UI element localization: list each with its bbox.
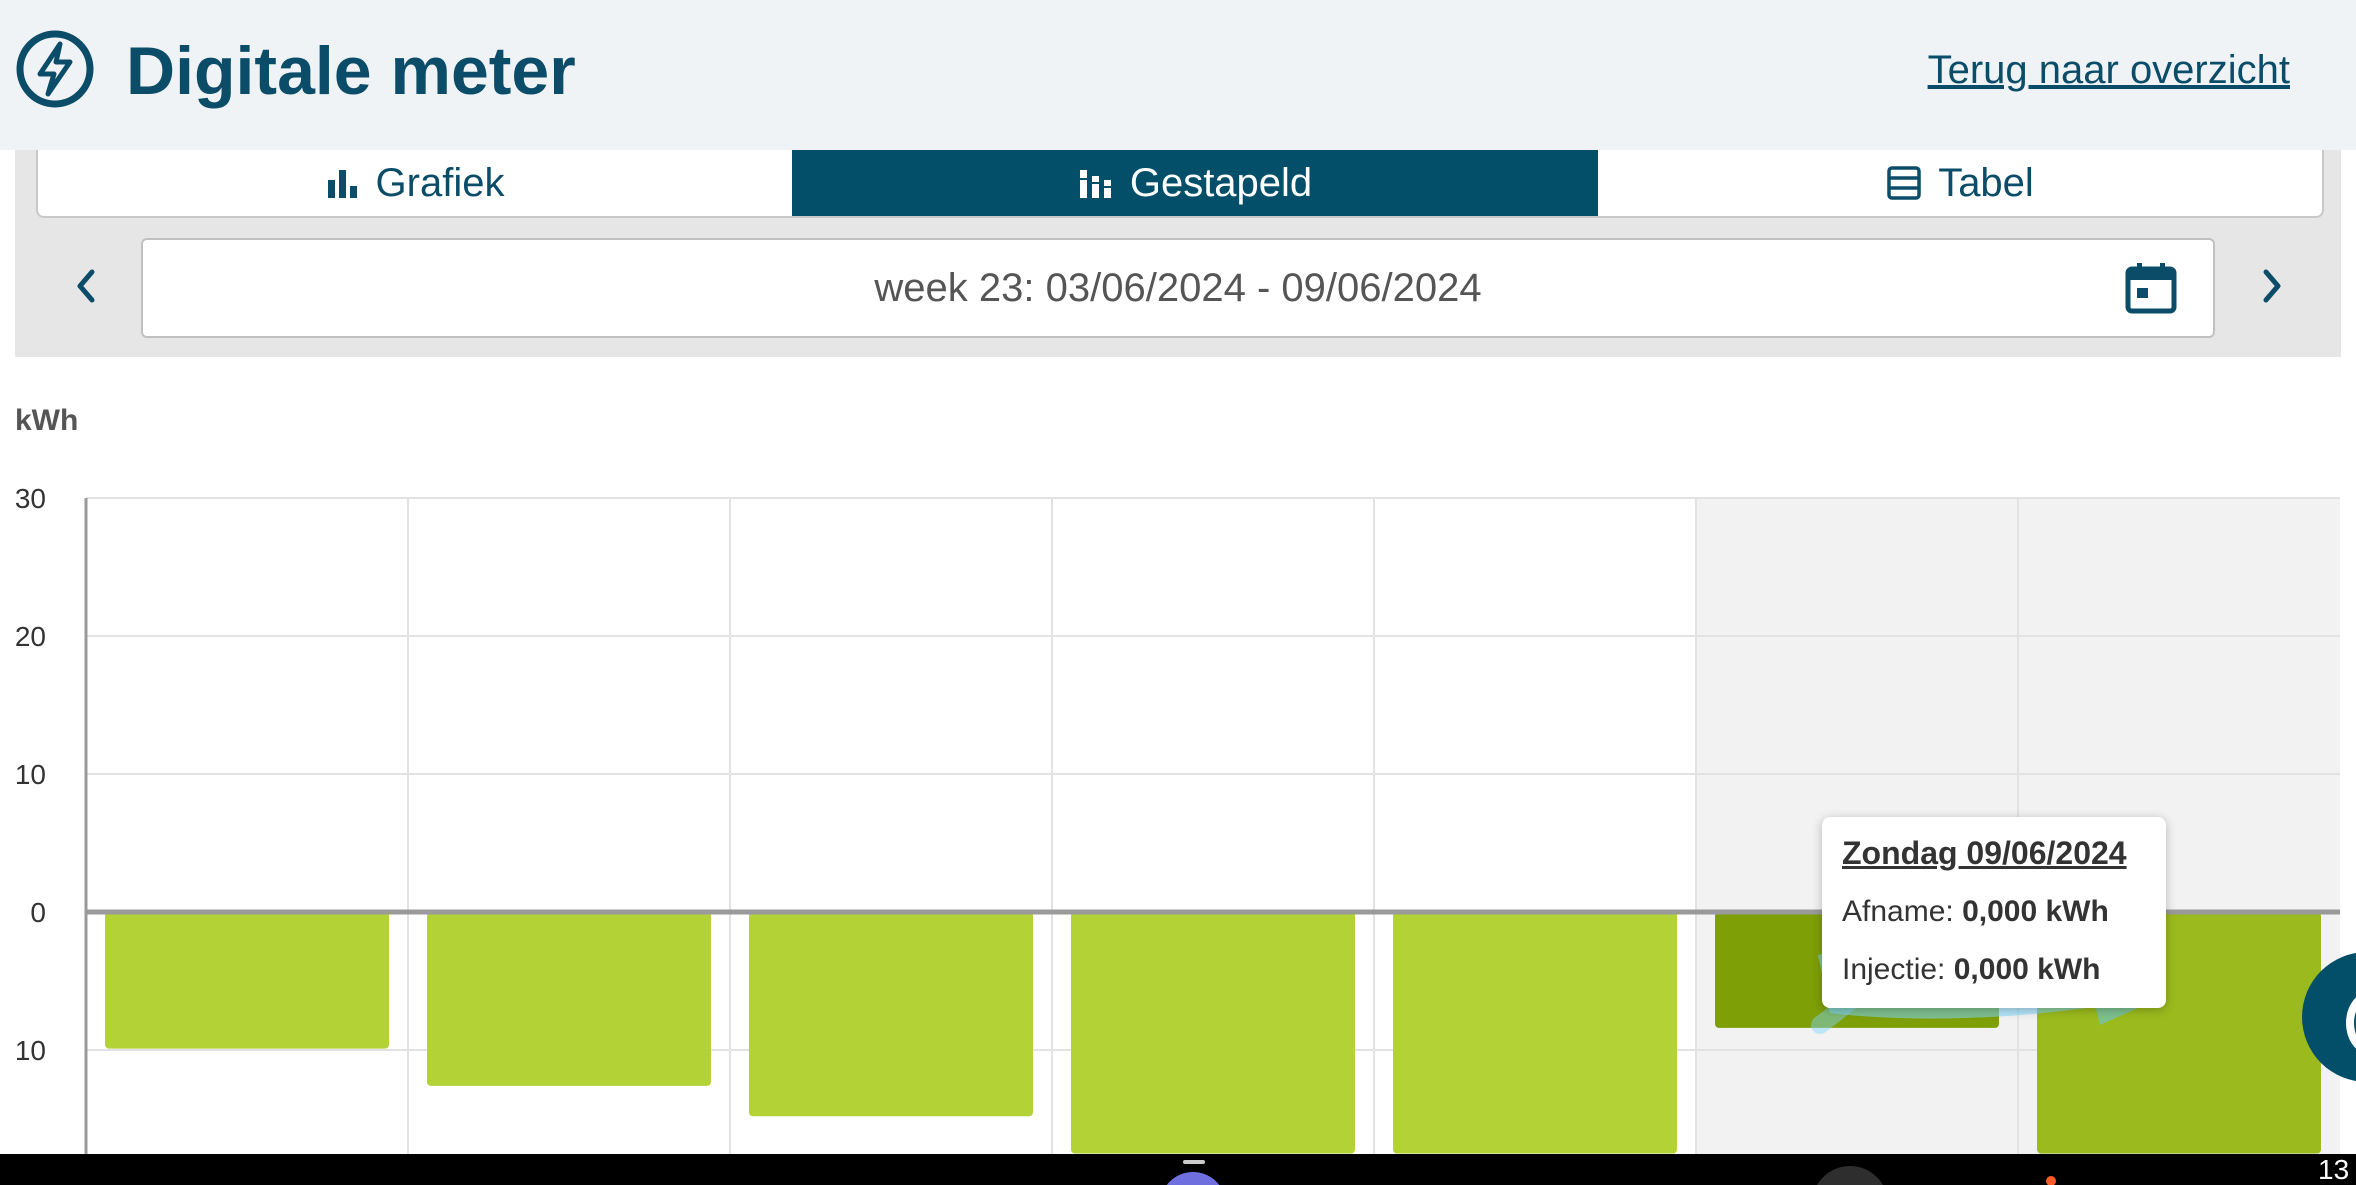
- bar-chart-icon: [327, 170, 357, 198]
- calendar-icon[interactable]: [2123, 260, 2179, 316]
- previous-week-button[interactable]: [58, 258, 114, 314]
- table-icon: [1887, 166, 1921, 200]
- chevron-left-icon: [77, 269, 95, 303]
- tooltip-date: Zondag 09/06/2024: [1842, 835, 2127, 871]
- day-tooltip: Zondag 09/06/2024 Afname: 0,000 kWh Inje…: [1822, 817, 2166, 1008]
- next-week-button[interactable]: [2244, 258, 2300, 314]
- notification-dot-icon: [2046, 1176, 2056, 1185]
- injectie-bar: [1071, 912, 1355, 1154]
- y-tick-label: 20: [15, 621, 46, 652]
- y-tick-label: 10: [15, 759, 46, 790]
- tooltip-injectie: Injectie: 0,000 kWh: [1842, 953, 2100, 987]
- tab-grafiek[interactable]: Grafiek: [38, 150, 792, 216]
- injectie-label: Injectie:: [1842, 953, 1946, 986]
- energy-bar-chart: 30 20 10 0 10: [15, 483, 2340, 1154]
- chat-icon: [2346, 992, 2356, 1054]
- injectie-value: 0,000 kWh: [1953, 953, 2101, 986]
- nav-handle: [1183, 1160, 1205, 1164]
- tooltip-afname: Afname: 0,000 kWh: [1842, 895, 2109, 929]
- injectie-bar: [749, 912, 1033, 1117]
- injectie-bar: [1393, 912, 1677, 1154]
- app-header: Digitale meter Terug naar overzicht: [0, 0, 2356, 150]
- injectie-bar: [105, 912, 389, 1049]
- view-tabs: Grafiek Gestapeld Tabel: [36, 150, 2324, 218]
- home-button[interactable]: [1812, 1166, 1888, 1185]
- lightning-bolt-icon: [16, 30, 94, 108]
- y-tick-label: 30: [15, 483, 46, 514]
- y-tick-label: 0: [30, 897, 46, 928]
- system-clock: 13: [2318, 1154, 2350, 1185]
- tab-tabel[interactable]: Tabel: [1598, 150, 2322, 216]
- app-icon[interactable]: [1160, 1172, 1226, 1185]
- stacked-bar-icon: [1079, 170, 1111, 198]
- afname-label: Afname:: [1842, 895, 1954, 928]
- y-tick-label: 10: [15, 1035, 46, 1066]
- week-selector[interactable]: week 23: 03/06/2024 - 09/06/2024: [141, 238, 2215, 338]
- tab-gestapeld[interactable]: Gestapeld: [792, 150, 1598, 216]
- tab-label: Gestapeld: [1129, 160, 1313, 205]
- back-to-overview-link[interactable]: Terug naar overzicht: [1928, 42, 2290, 98]
- system-navigation-bar: 13: [0, 1154, 2356, 1185]
- y-axis-unit-label: kWh: [15, 404, 79, 437]
- injectie-bar: [427, 912, 711, 1086]
- afname-value: 0,000 kWh: [1962, 895, 2109, 928]
- tab-label: Tabel: [1938, 160, 2034, 205]
- week-range-text: week 23: 03/06/2024 - 09/06/2024: [874, 266, 1482, 310]
- page-title: Digitale meter: [126, 33, 576, 109]
- chevron-right-icon: [2263, 269, 2281, 303]
- tab-label: Grafiek: [375, 160, 505, 205]
